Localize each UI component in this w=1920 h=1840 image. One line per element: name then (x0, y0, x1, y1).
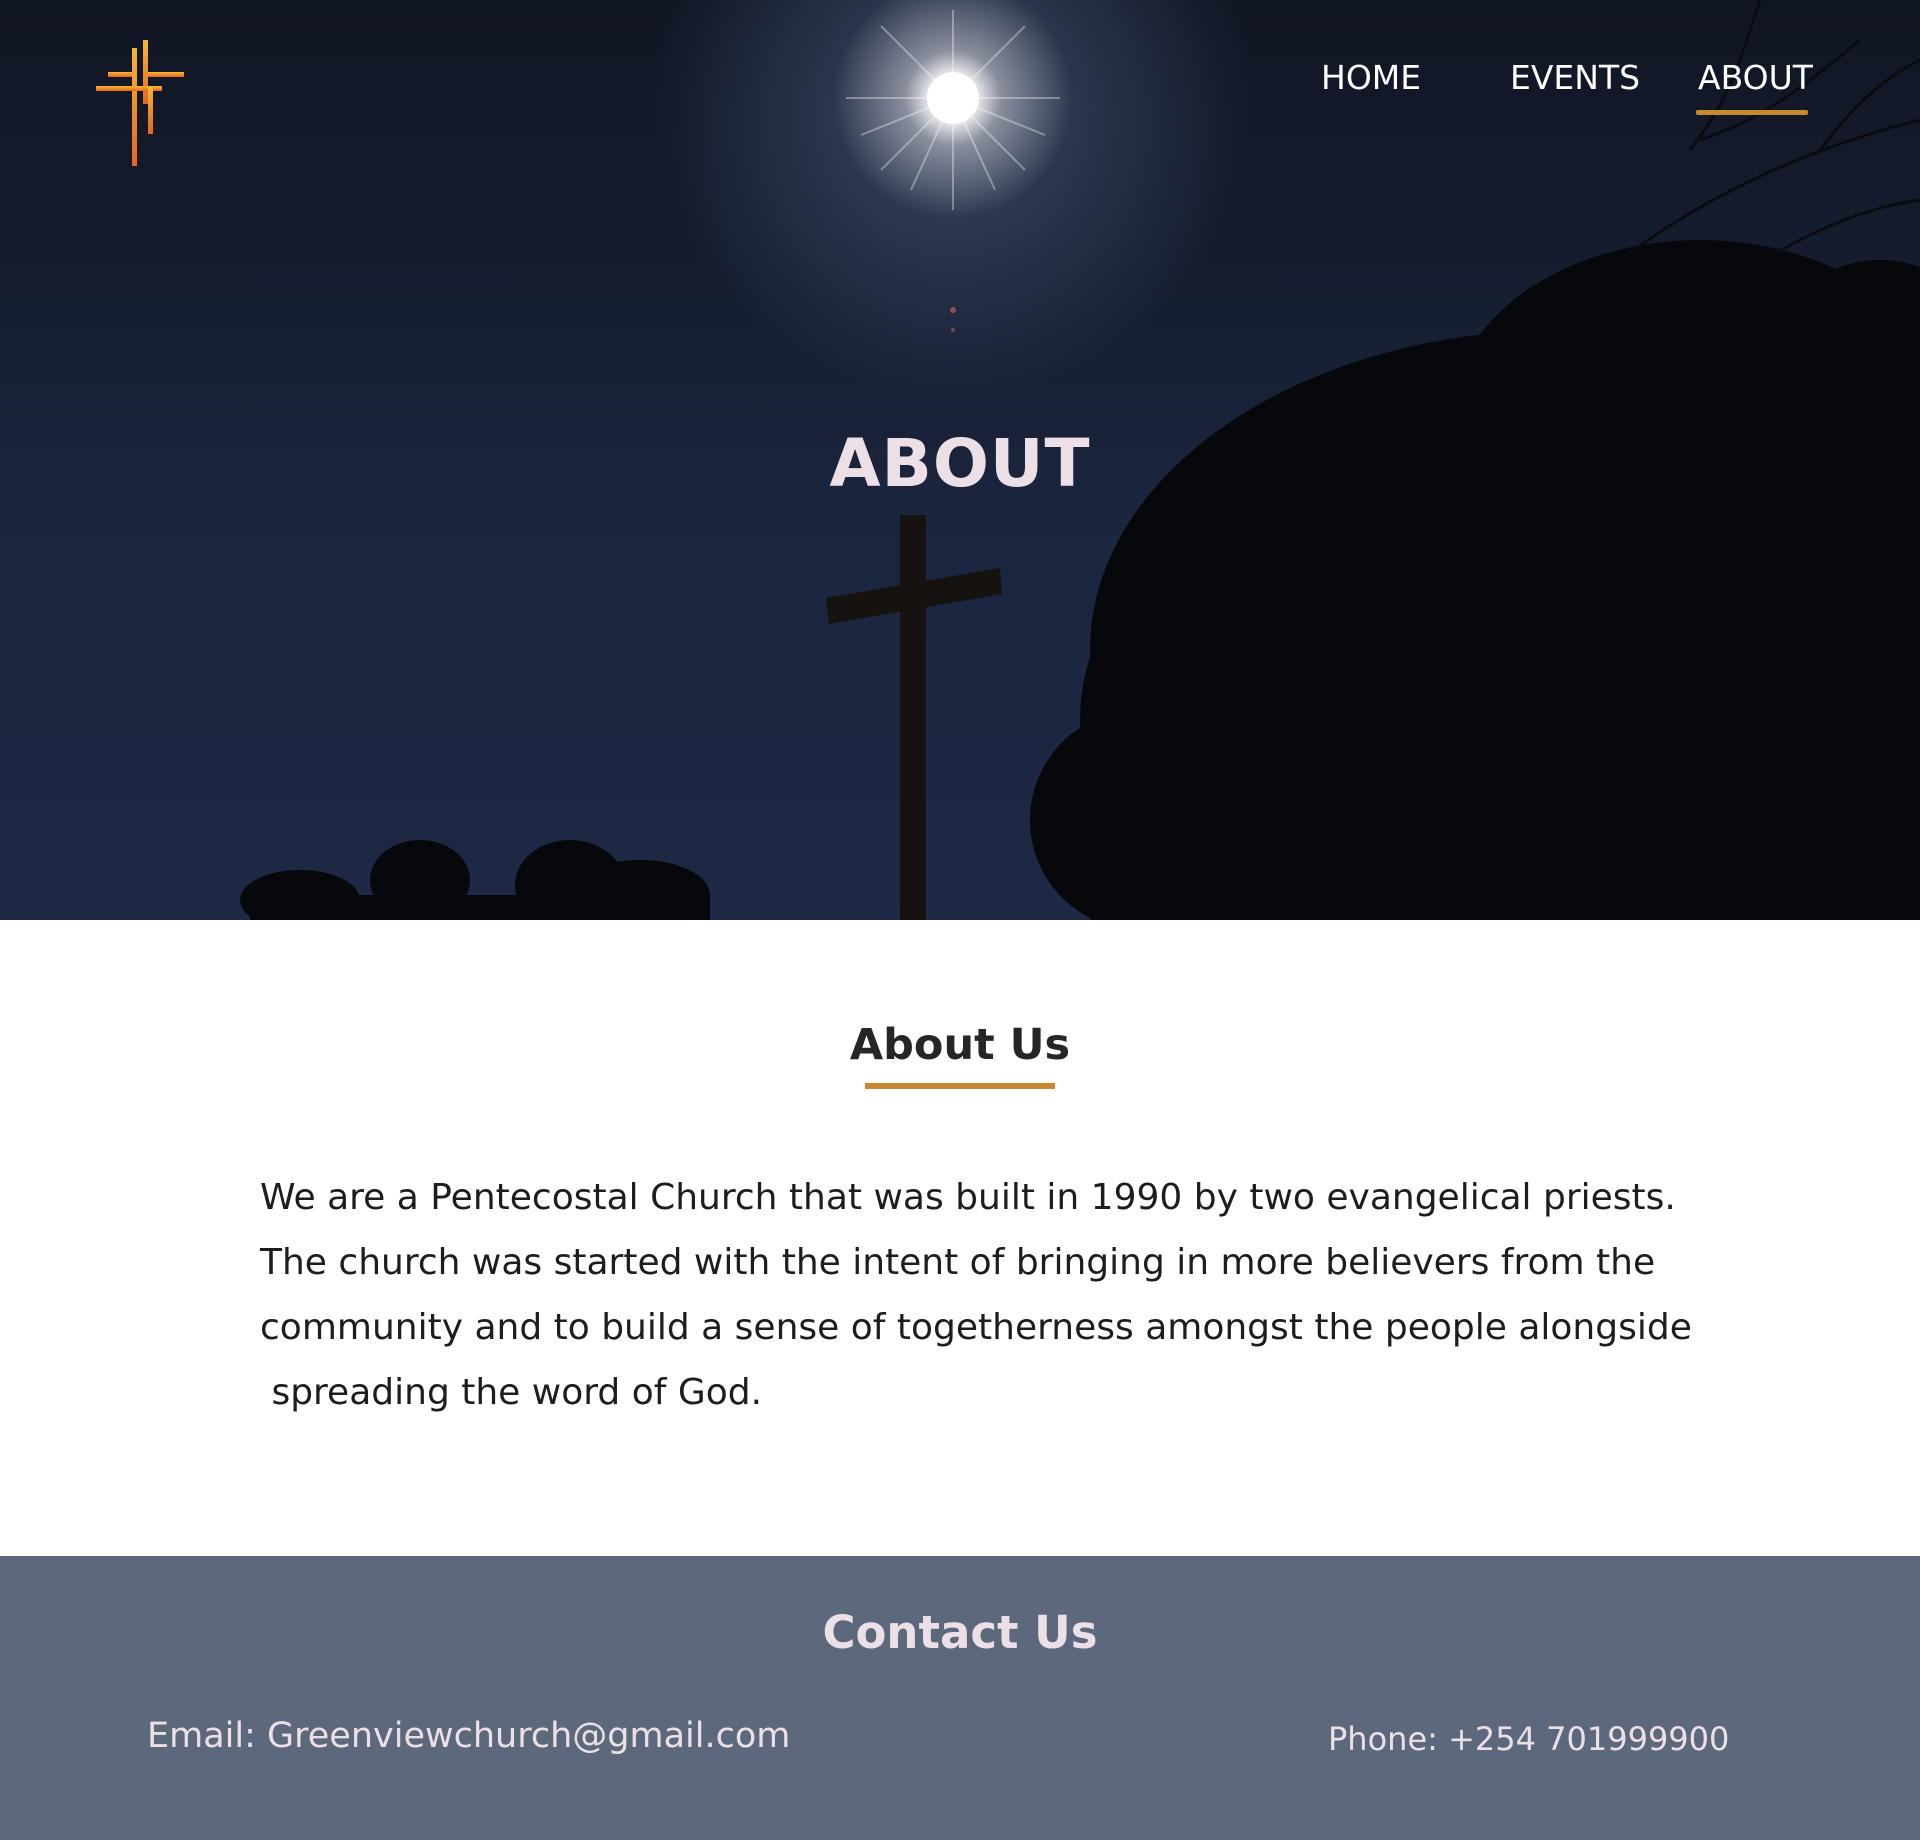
hero-title: ABOUT (829, 425, 1091, 502)
about-line: The church was started with the intent o… (260, 1242, 1656, 1283)
tree-silhouette-right (1030, 240, 1920, 920)
nav-link-about[interactable]: ABOUT (1698, 58, 1813, 97)
contact-phone[interactable]: Phone: +254 701999900 (1328, 1720, 1729, 1758)
nav-link-events[interactable]: EVENTS (1510, 58, 1640, 97)
cross-silhouette (826, 515, 1002, 920)
about-line: community and to build a sense of togeth… (260, 1307, 1692, 1348)
contact-heading: Contact Us (822, 1606, 1098, 1659)
hero-banner: HOME EVENTS ABOUT ABOUT (0, 0, 1920, 920)
contact-email[interactable]: Email: Greenviewchurch@gmail.com (147, 1716, 790, 1756)
about-heading-underline (865, 1083, 1055, 1089)
contact-footer: Contact Us Email: Greenviewchurch@gmail.… (0, 1556, 1920, 1840)
tree-silhouette-left (240, 840, 710, 920)
nav-link-home[interactable]: HOME (1321, 58, 1421, 97)
about-line: We are a Pentecostal Church that was bui… (260, 1177, 1676, 1218)
about-paragraph: We are a Pentecostal Church that was bui… (260, 1165, 1720, 1425)
about-line: spreading the word of God. (260, 1372, 763, 1413)
nav-active-underline (1696, 110, 1808, 115)
about-heading: About Us (849, 1020, 1071, 1070)
main-nav: HOME EVENTS ABOUT (0, 58, 1920, 118)
